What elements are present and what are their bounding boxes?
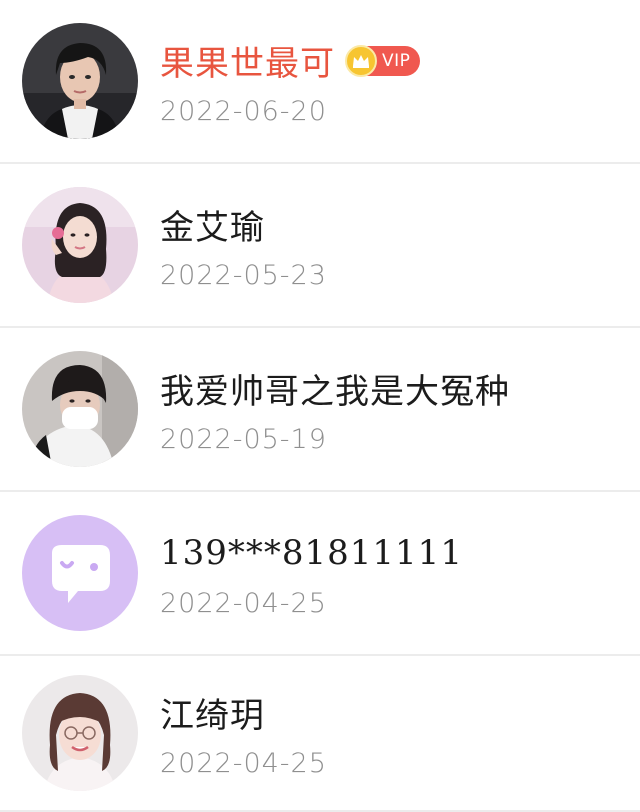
list-item[interactable]: 江绮玥 2022-04-25 bbox=[0, 656, 640, 812]
user-name[interactable]: 江绮玥 bbox=[160, 688, 265, 737]
list-item[interactable]: 金艾瑜 2022-05-23 bbox=[0, 164, 640, 328]
list-item[interactable]: 我爱帅哥之我是大冤种 2022-05-19 bbox=[0, 328, 640, 492]
user-name[interactable]: 139***81811111 bbox=[160, 533, 463, 573]
avatar[interactable] bbox=[22, 23, 138, 139]
avatar-photo bbox=[22, 187, 138, 303]
date-text: 2022-05-19 bbox=[160, 423, 327, 455]
vip-label: VIP bbox=[382, 50, 411, 71]
date-text: 2022-05-23 bbox=[160, 259, 327, 291]
avatar-photo bbox=[22, 675, 138, 791]
user-name[interactable]: 金艾瑜 bbox=[160, 200, 265, 249]
vip-badge: VIP bbox=[345, 44, 421, 77]
avatar-photo bbox=[22, 23, 138, 139]
avatar[interactable] bbox=[22, 187, 138, 303]
avatar[interactable] bbox=[22, 515, 138, 631]
date-text: 2022-06-20 bbox=[160, 95, 327, 127]
avatar-photo bbox=[22, 351, 138, 467]
date-text: 2022-04-25 bbox=[160, 747, 327, 779]
chat-bubble-icon bbox=[22, 515, 138, 631]
user-name[interactable]: 我爱帅哥之我是大冤种 bbox=[160, 364, 510, 413]
avatar[interactable] bbox=[22, 675, 138, 791]
user-name[interactable]: 果果世最可 bbox=[160, 36, 335, 85]
date-text: 2022-04-25 bbox=[160, 587, 327, 619]
user-list: 果果世最可 VIP 2022-06-20 金艾瑜 2022-05-23 我爱帅哥… bbox=[0, 0, 640, 812]
list-item[interactable]: 139***81811111 2022-04-25 bbox=[0, 492, 640, 656]
avatar[interactable] bbox=[22, 351, 138, 467]
crown-icon bbox=[345, 44, 377, 77]
list-item[interactable]: 果果世最可 VIP 2022-06-20 bbox=[0, 0, 640, 164]
